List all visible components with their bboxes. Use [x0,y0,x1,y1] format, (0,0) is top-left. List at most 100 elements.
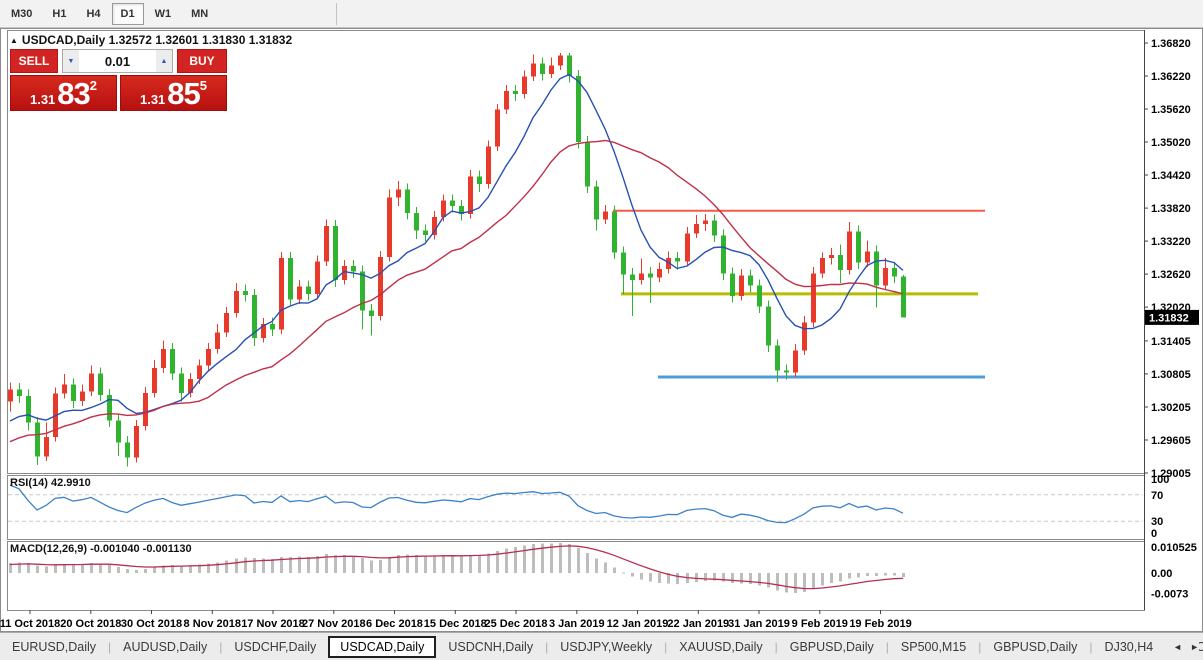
macd-bar [307,557,310,573]
price-axis-label: 1.30205 [1151,402,1191,414]
candle-body [712,221,717,236]
tab-scroll-right-icon[interactable]: ► [1190,642,1199,652]
price-axis-label: 1.32620 [1151,269,1191,281]
candle-body [306,287,311,294]
macd-bar [676,573,679,584]
candle-body [35,423,40,457]
macd-bar [388,557,391,573]
sell-price-prefix: 1.31 [30,92,55,107]
date-axis-label: 12 Jan 2019 [607,618,669,630]
candle-body [8,390,13,402]
candle-body [703,221,708,224]
macd-bar [866,573,869,576]
tab-sp500-m15[interactable]: SP500,M15 [889,636,978,658]
sell-price-sup: 2 [90,78,97,93]
candle-body [721,236,726,274]
price-axis-label: 1.30805 [1151,369,1191,381]
macd-bar [704,573,707,581]
timeframe-button-H1[interactable]: H1 [43,3,75,25]
tab-usdjpy-weekly[interactable]: USDJPY,Weekly [548,636,664,658]
tab-dj30-h4[interactable]: DJ30,H4 [1093,636,1166,658]
tab-eurusd-daily[interactable]: EURUSD,Daily [0,636,108,658]
timeframe-button-H4[interactable]: H4 [77,3,109,25]
candle-body [865,252,870,263]
macd-bar [334,555,337,573]
date-axis-label: 27 Nov 2018 [302,618,366,630]
tab-xauusd-daily[interactable]: XAUUSD,Daily [667,636,774,658]
candle-body [585,142,590,187]
macd-bar [135,570,138,573]
candle-body [450,200,455,206]
date-axis-label: 9 Feb 2019 [792,618,848,630]
candle-body [17,390,22,397]
macd-bar [532,544,535,573]
candle-body [784,370,789,372]
candle-body [802,323,807,351]
tab-gbpusd-daily[interactable]: GBPUSD,Daily [778,636,886,658]
macd-bar [343,555,346,573]
tab-scroll-left-icon[interactable]: ◄ [1173,642,1182,652]
macd-bar [81,564,84,573]
macd-bar [54,565,57,573]
macd-bar [586,553,589,573]
candle-body [423,231,428,235]
candle-body [387,198,392,257]
tab-usdchf-daily[interactable]: USDCHF,Daily [222,636,328,658]
macd-bar [767,573,770,588]
tab-usdcnh-daily[interactable]: USDCNH,Daily [436,636,545,658]
candle-body [657,269,662,277]
date-axis-label: 30 Oct 2018 [121,618,182,630]
macd-axis-label: -0.0073 [1151,589,1188,601]
sell-price-button[interactable]: 1.31 83 2 [10,75,117,111]
price-axis-label: 1.34420 [1151,170,1191,182]
candle-body [107,395,112,420]
timeframe-button-D1[interactable]: D1 [112,3,144,25]
candle-body [224,313,229,332]
candle-body [89,374,94,392]
candle-body [621,253,626,275]
macd-bar [415,555,418,573]
volume-field[interactable]: 0.01 [79,50,156,72]
candle-body [856,232,861,263]
timeframe-button-MN[interactable]: MN [182,3,217,25]
volume-decrease-button[interactable]: ▼ [63,50,79,72]
tab-usdcad-daily[interactable]: USDCAD,Daily [328,636,436,658]
candle-body [694,224,699,233]
date-axis-label: 11 Oct 2018 [0,618,60,630]
macd-bar [424,556,427,573]
toolbar-divider [336,3,337,25]
candle-body [179,374,184,393]
candle-body [270,324,275,330]
timeframe-button-M30[interactable]: M30 [2,3,41,25]
macd-bar [271,559,274,573]
candle-body [369,310,374,316]
candle-body [648,274,653,278]
buy-button[interactable]: BUY [177,49,227,73]
macd-bar [857,573,860,577]
candle-body [234,291,239,313]
tab-audusd-daily[interactable]: AUDUSD,Daily [111,636,219,658]
macd-bar [830,573,833,583]
volume-increase-button[interactable]: ▲ [156,50,172,72]
macd-bar [812,573,815,589]
candle-body [197,365,202,379]
price-axis: 1.368201.362201.356201.350201.344201.338… [1144,38,1199,480]
candle-body [504,91,509,110]
candle-body [811,274,816,323]
macd-bar [433,556,436,573]
macd-bar [875,573,878,576]
timeframe-button-W1[interactable]: W1 [146,3,181,25]
candle-body [414,213,419,231]
rsi-indicator-label: RSI(14) 42.9910 [10,477,91,489]
candle-wick [650,267,651,303]
sell-button[interactable]: SELL [10,49,58,73]
macd-bar [749,573,752,584]
candle-body [495,110,500,147]
tab-gbpusd-daily[interactable]: GBPUSD,Daily [981,636,1089,658]
candle-body [62,385,67,394]
date-axis-label: 20 Oct 2018 [60,618,121,630]
candle-body [892,268,897,276]
macd-bar [776,573,779,590]
buy-price-button[interactable]: 1.31 85 5 [120,75,227,111]
candle-body [639,274,644,281]
